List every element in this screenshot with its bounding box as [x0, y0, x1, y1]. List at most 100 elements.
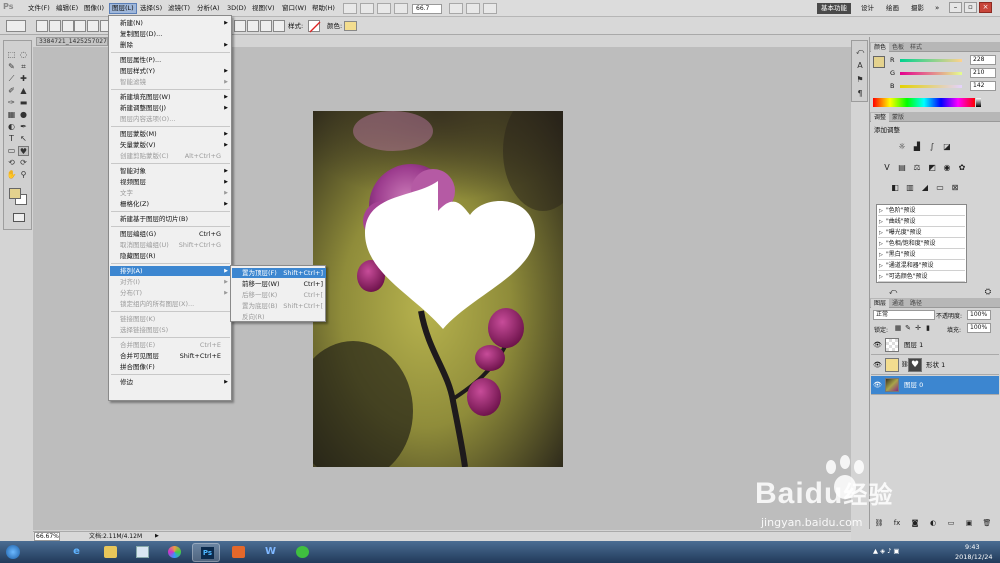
menu-layer[interactable]: 图层(L) [109, 3, 137, 14]
taskbar-wechat[interactable] [288, 543, 316, 562]
menu-help[interactable]: 帮助(H) [310, 3, 337, 14]
color-swatch[interactable] [344, 21, 357, 31]
blue-slider[interactable]: B 142 [890, 81, 998, 91]
marquee-tool-icon[interactable]: ⬚ [6, 50, 17, 60]
taskbar-wps-writer[interactable]: W [256, 543, 284, 562]
combine-icon[interactable] [234, 20, 246, 32]
exposure-icon[interactable]: ◪ [942, 142, 952, 152]
tab-adjustments[interactable]: 调整 [871, 113, 890, 122]
layer-menu-item[interactable]: 新建调整图层(J) ▶ [110, 103, 231, 113]
status-menu-icon[interactable]: ▶ [155, 532, 159, 541]
adjust-panel-return-icon[interactable]: ⤺ [888, 287, 898, 297]
style-picker[interactable] [308, 20, 321, 33]
lock-position-icon[interactable]: ✛ [913, 323, 923, 333]
history-brush-icon[interactable]: ✑ [6, 98, 17, 108]
layer-menu-item[interactable]: 视频图层 ▶ [110, 177, 231, 187]
gradient-map-icon[interactable]: ▭ [935, 183, 945, 193]
preset-channel-mixer[interactable]: "通道混和器"预设 [878, 261, 965, 271]
lasso-tool-icon[interactable]: ◌ [18, 50, 29, 60]
dodge-tool-icon[interactable]: ◐ [6, 122, 17, 132]
screen-mode-icon[interactable] [449, 3, 463, 14]
green-slider[interactable]: G 210 [890, 68, 998, 78]
preset-hue-saturation[interactable]: "色相/饱和度"预设 [878, 239, 965, 249]
selective-color-icon[interactable]: ⊠ [950, 183, 960, 193]
layer-name[interactable]: 形状 1 [926, 360, 945, 370]
layer-menu-item[interactable]: 删除 ▶ [110, 40, 231, 50]
fill-field[interactable]: 100% [967, 323, 991, 333]
close-icon[interactable]: × [979, 2, 992, 13]
levels-icon[interactable]: ▟ [912, 142, 922, 152]
layer-menu-item[interactable]: 图层蒙版(M) ▶ [110, 129, 231, 139]
start-button[interactable] [2, 543, 24, 562]
new-group-icon[interactable]: ▭ [946, 518, 956, 528]
tray-icons[interactable]: ▲ ◈ ♪ ▣ [873, 547, 900, 555]
healing-brush-icon[interactable]: ✚ [18, 74, 29, 84]
layer-menu-item[interactable]: 图层编组(G) Ctrl+G [110, 229, 231, 239]
workspace-painting[interactable]: 绘画 [886, 3, 899, 14]
minimize-icon[interactable]: – [949, 2, 962, 13]
curves-icon[interactable]: ∫ [927, 142, 937, 152]
layer-menu-item[interactable]: 合并可见图层 Shift+Ctrl+E [110, 351, 231, 361]
shape-tool-icon[interactable]: ▭ [6, 146, 17, 156]
layer-menu-item[interactable]: 复制图层(D)... [110, 29, 231, 39]
preset-black-white[interactable]: "黑白"预设 [878, 250, 965, 260]
menu-image[interactable]: 图像(I) [82, 3, 106, 14]
arrange-menu-item[interactable]: 置为顶层(F) Shift+Ctrl+] [232, 268, 326, 278]
invert-icon[interactable]: ◧ [890, 183, 900, 193]
quick-mask-icon[interactable] [13, 213, 25, 222]
tool-preset-icon[interactable] [6, 20, 26, 32]
layer-name[interactable]: 图层 0 [904, 380, 923, 390]
posterize-icon[interactable]: ▥ [905, 183, 915, 193]
threshold-icon[interactable]: ◢ [920, 183, 930, 193]
layer-menu-item[interactable]: 图层样式(Y) ▶ [110, 66, 231, 76]
layer-menu-item[interactable]: 新建基于图层的切片(B) [110, 214, 231, 224]
layer-menu-item[interactable]: 隐藏图层(R) [110, 251, 231, 261]
custom-shape-tool-icon[interactable]: ♥ [18, 146, 29, 156]
workspace-more-icon[interactable]: » [935, 3, 939, 14]
workspace-design[interactable]: 设计 [861, 3, 874, 14]
menu-edit[interactable]: 编辑(E) [54, 3, 80, 14]
visibility-eye-icon[interactable]: 👁 [873, 380, 882, 390]
character-panel-icon[interactable]: A [855, 61, 865, 71]
menu-view[interactable]: 视图(V) [250, 3, 277, 14]
menu-filter[interactable]: 滤镜(T) [166, 3, 192, 14]
layer-menu-item[interactable]: 智能对象 ▶ [110, 166, 231, 176]
taskbar-explorer[interactable] [96, 543, 124, 562]
tab-swatches[interactable]: 色板 [889, 43, 907, 52]
arrange-menu-item[interactable]: 前移一层(W) Ctrl+] [232, 279, 326, 289]
layer-menu-item[interactable]: 矢量蒙版(V) ▶ [110, 140, 231, 150]
gradient-tool-icon[interactable]: ▦ [6, 110, 17, 120]
clock-time[interactable]: 9:43 [965, 543, 980, 551]
zoom-level-field[interactable]: 66.7 [412, 4, 442, 14]
restore-icon[interactable]: ▫ [964, 2, 977, 13]
intersect-icon[interactable] [260, 20, 272, 32]
blue-value[interactable]: 142 [970, 81, 996, 91]
color-spectrum[interactable] [873, 98, 975, 107]
history-panel-icon[interactable]: ⤺ [855, 47, 865, 57]
red-slider[interactable]: R 228 [890, 55, 998, 65]
menu-file[interactable]: 文件(F) [26, 3, 52, 14]
shape-layers-icon[interactable] [36, 20, 48, 32]
pen-icon[interactable] [74, 20, 86, 32]
layer-row[interactable]: 👁 ⛓ ♥ 形状 1 [871, 356, 999, 375]
preset-selective-color[interactable]: "可选颜色"预设 [878, 272, 965, 282]
zoom-tool-icon[interactable]: ⚲ [18, 170, 29, 180]
arrange-docs-icon[interactable] [466, 3, 480, 14]
layer-name[interactable]: 图层 1 [904, 340, 923, 350]
tab-layers[interactable]: 图层 [871, 299, 890, 308]
fill-pixels-icon[interactable] [62, 20, 74, 32]
eyedropper-icon[interactable]: ⟋ [6, 74, 17, 84]
taskbar-photos[interactable] [128, 543, 156, 562]
green-track[interactable] [900, 72, 962, 75]
opacity-field[interactable]: 100% [967, 310, 991, 320]
lock-transparent-icon[interactable]: ▦ [893, 323, 903, 333]
layer-menu-item[interactable]: 新建(N) ▶ [110, 18, 231, 28]
black-white-icon[interactable]: ◩ [927, 163, 937, 173]
new-layer-icon[interactable]: ▣ [964, 518, 974, 528]
exclude-icon[interactable] [273, 20, 285, 32]
hand-tool-icon[interactable] [394, 3, 408, 14]
channel-mixer-icon[interactable]: ✿ [957, 163, 967, 173]
extras-icon[interactable] [377, 3, 391, 14]
workspace-photography[interactable]: 摄影 [911, 3, 924, 14]
tab-channels[interactable]: 通道 [889, 299, 907, 308]
